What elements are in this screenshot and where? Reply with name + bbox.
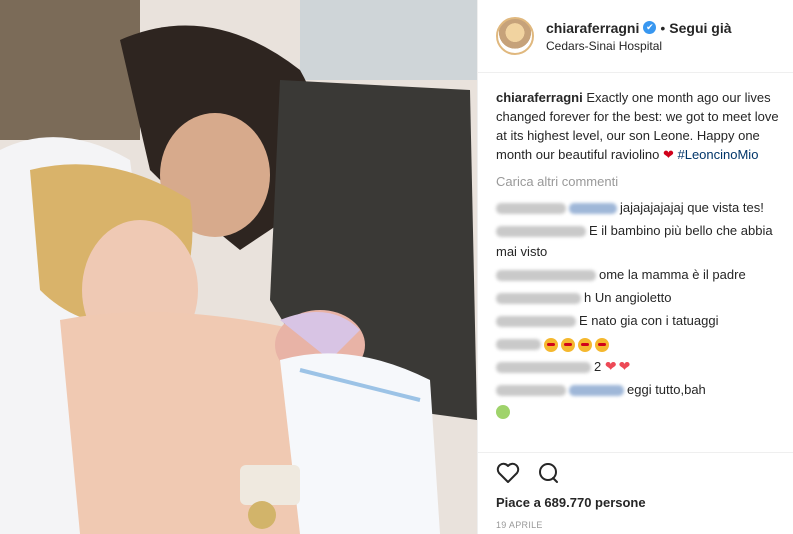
blurred-username[interactable] <box>496 203 566 215</box>
comment: 2 ❤ ❤ <box>496 356 781 377</box>
blurred-username[interactable] <box>496 226 586 238</box>
comment-text: 2 <box>594 359 602 374</box>
blurred-username[interactable] <box>496 316 576 328</box>
likes-count[interactable]: Piace a 689.770 persone <box>496 495 793 510</box>
comment: E nato gia con i tatuaggi <box>496 310 781 331</box>
post-footer: Piace a 689.770 persone 19 APRILE <box>478 452 793 530</box>
comment-text: eggi tutto,bah <box>627 382 706 397</box>
heart-eyes-emoji-icon <box>578 337 592 352</box>
verified-badge-icon: ✔ <box>643 21 657 34</box>
username-link[interactable]: chiaraferragni <box>546 20 639 36</box>
red-heart-emoji-icon: ❤ <box>604 358 617 374</box>
comment-text: jajajajajajaj que vista tes! <box>620 200 764 215</box>
comment-emoji-row <box>496 400 781 421</box>
like-heart-icon[interactable] <box>496 462 520 484</box>
action-bar <box>496 453 793 493</box>
caption: chiaraferragni Exactly one month ago our… <box>496 88 781 164</box>
instagram-post: chiaraferragni ✔ • Segui già Cedars-Sina… <box>0 0 793 534</box>
follow-button[interactable]: Segui già <box>669 20 731 36</box>
blurred-mention[interactable] <box>569 385 624 397</box>
separator-dot: • <box>660 19 666 36</box>
comment-text: E nato gia con i tatuaggi <box>579 313 719 328</box>
red-heart-emoji-icon: ❤ <box>618 358 631 374</box>
load-more-comments[interactable]: Carica altri commenti <box>496 172 781 191</box>
heart-eyes-emoji-icon <box>595 337 609 352</box>
caption-username[interactable]: chiaraferragni <box>496 90 583 105</box>
post-header: chiaraferragni ✔ • Segui già Cedars-Sina… <box>478 0 793 73</box>
comment: E il bambino più bello che abbia mai vis… <box>496 220 781 262</box>
comment-text: h Un angioletto <box>584 290 672 305</box>
blurred-mention[interactable] <box>569 203 617 215</box>
heart-eyes-emoji-icon <box>544 337 558 352</box>
avatar[interactable] <box>496 17 534 55</box>
blurred-username[interactable] <box>496 362 591 374</box>
blurred-username[interactable] <box>496 385 566 397</box>
location-link[interactable]: Cedars-Sinai Hospital <box>546 39 732 53</box>
heart-emoji-icon: ❤ <box>662 147 674 162</box>
grimace-emoji-icon <box>496 404 510 419</box>
photo-illustration <box>0 0 477 534</box>
post-sidebar: chiaraferragni ✔ • Segui già Cedars-Sina… <box>477 0 793 534</box>
blurred-username[interactable] <box>496 293 581 305</box>
hashtag-link[interactable]: #LeoncinoMio <box>677 147 758 162</box>
blurred-username[interactable] <box>496 339 541 351</box>
comment: h Un angioletto <box>496 287 781 308</box>
comment <box>496 333 781 354</box>
post-photo[interactable] <box>0 0 477 534</box>
comment-text: ome la mamma è il padre <box>599 267 746 282</box>
blurred-username[interactable] <box>496 270 596 282</box>
header-row: chiaraferragni ✔ • Segui già <box>546 20 732 36</box>
comments-section: chiaraferragni Exactly one month ago our… <box>496 88 781 423</box>
heart-eyes-emoji-icon <box>561 337 575 352</box>
comment: eggi tutto,bah <box>496 379 781 421</box>
comment-bubble-icon[interactable] <box>536 461 560 485</box>
header-text: chiaraferragni ✔ • Segui già Cedars-Sina… <box>546 20 732 53</box>
post-date[interactable]: 19 APRILE <box>496 520 793 530</box>
comment: jajajajajajaj que vista tes! <box>496 197 781 218</box>
comment: ome la mamma è il padre <box>496 264 781 285</box>
